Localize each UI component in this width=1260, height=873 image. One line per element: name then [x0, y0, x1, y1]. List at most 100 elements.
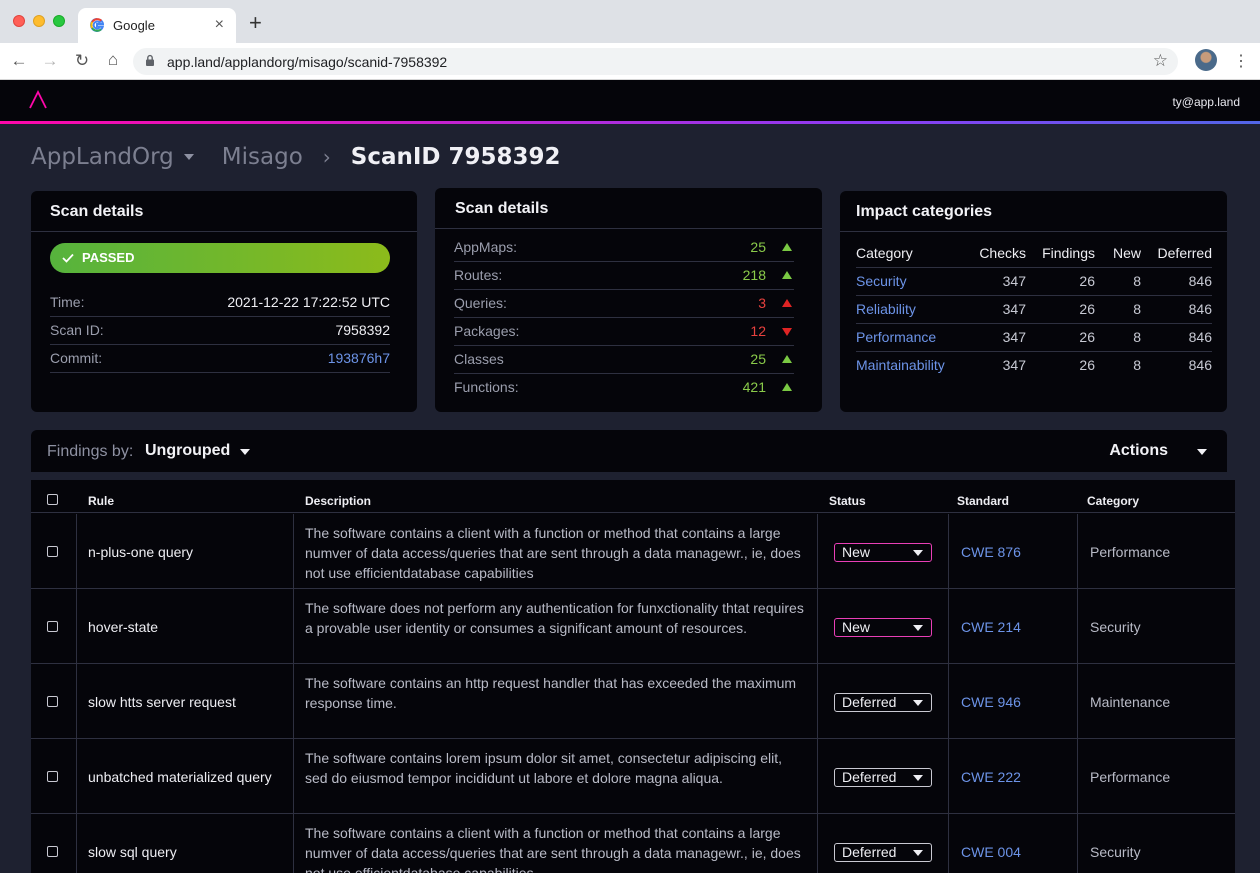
user-email[interactable]: ty@app.land — [1172, 95, 1240, 109]
impact-new-value: 8 — [1095, 267, 1141, 296]
column-divider — [1077, 589, 1078, 663]
column-divider — [817, 664, 818, 738]
trend-up-icon — [782, 383, 792, 391]
rule-name[interactable]: slow sql query — [88, 844, 177, 860]
column-divider — [293, 739, 294, 813]
table-row: unbatched materialized query The software… — [31, 739, 1235, 814]
reload-icon[interactable]: ↻ — [72, 51, 92, 71]
column-divider — [76, 814, 77, 873]
trend-up-icon — [782, 355, 792, 363]
findings-group-select[interactable]: Ungrouped — [145, 442, 230, 460]
home-icon[interactable]: ⌂ — [103, 50, 123, 70]
column-divider — [293, 664, 294, 738]
row-checkbox[interactable] — [47, 696, 58, 707]
col-checks: Checks — [968, 239, 1026, 268]
org-dropdown-caret-icon[interactable] — [183, 154, 194, 160]
col-description[interactable]: Description — [305, 494, 371, 508]
rule-name[interactable]: slow htts server request — [88, 694, 236, 710]
actions-caret-icon[interactable] — [1197, 449, 1207, 455]
col-category[interactable]: Category — [1087, 494, 1139, 508]
status-value: Deferred — [842, 694, 897, 710]
standard-link[interactable]: CWE 876 — [961, 544, 1021, 560]
header-gradient-divider — [0, 121, 1260, 124]
impact-deferred-value: 846 — [1141, 295, 1212, 324]
commit-link[interactable]: 193876h7 — [328, 350, 390, 366]
metric-value: 25 — [750, 351, 766, 367]
rule-description: The software contains an http request ha… — [305, 675, 797, 711]
col-deferred: Deferred — [1141, 239, 1212, 268]
window-zoom-button[interactable] — [53, 15, 65, 27]
status-select[interactable]: Deferred — [834, 768, 932, 787]
profile-avatar[interactable] — [1195, 49, 1217, 71]
impact-findings-value: 26 — [1026, 295, 1095, 324]
card-divider — [840, 231, 1227, 232]
impact-categories-card: Impact categories Category Checks Findin… — [840, 191, 1227, 412]
row-checkbox[interactable] — [47, 846, 58, 857]
status-dropdown-caret-icon — [913, 850, 923, 856]
breadcrumb-project[interactable]: Misago — [222, 144, 303, 170]
tab-title: Google — [113, 18, 155, 33]
col-standard[interactable]: Standard — [957, 494, 1009, 508]
forward-icon[interactable]: → — [40, 51, 60, 71]
standard-link[interactable]: CWE 004 — [961, 844, 1021, 860]
status-value: New — [842, 619, 871, 635]
rule-name[interactable]: n-plus-one query — [88, 544, 193, 560]
impact-new-value: 8 — [1133, 357, 1141, 374]
col-status[interactable]: Status — [829, 494, 866, 508]
status-select[interactable]: Deferred — [834, 843, 932, 862]
select-all-checkbox[interactable] — [47, 494, 58, 505]
status-value: Deferred — [842, 844, 897, 860]
tab-close-icon[interactable]: × — [215, 16, 224, 34]
group-dropdown-caret-icon[interactable] — [240, 449, 250, 455]
metric-label: Classes — [454, 351, 504, 367]
standard-link[interactable]: CWE 222 — [961, 769, 1021, 785]
standard-link[interactable]: CWE 214 — [961, 619, 1021, 635]
address-bar[interactable]: app.land/applandorg/misago/scanid-795839… — [133, 48, 1178, 75]
finding-category: Security — [1090, 619, 1141, 635]
breadcrumb-org[interactable]: AppLandOrg — [31, 144, 174, 170]
breadcrumb: AppLandOrg Misago › ScanID 7958392 — [31, 141, 561, 173]
window-close-button[interactable] — [13, 15, 25, 27]
status-select[interactable]: New — [834, 543, 932, 562]
column-divider — [948, 664, 949, 738]
actions-button[interactable]: Actions — [1109, 442, 1168, 460]
col-new: New — [1095, 239, 1141, 268]
column-divider — [948, 514, 949, 588]
rule-description: The software contains a client with a fu… — [305, 825, 801, 873]
rule-name[interactable]: unbatched materialized query — [88, 769, 272, 785]
new-tab-icon[interactable]: + — [249, 12, 262, 34]
impact-category-link[interactable]: Maintainability — [856, 351, 968, 379]
column-divider — [293, 589, 294, 663]
column-divider — [948, 814, 949, 873]
impact-new-value: 8 — [1095, 295, 1141, 324]
scan-summary-card: Scan details PASSED Time: 2021-12-22 17:… — [31, 191, 417, 412]
rule-name[interactable]: hover-state — [88, 619, 158, 635]
browser-menu-icon[interactable]: ⋮ — [1233, 51, 1249, 71]
breadcrumb-current: ScanID 7958392 — [350, 144, 561, 170]
breadcrumb-chevron-icon: › — [322, 145, 331, 169]
appland-logo-icon[interactable] — [28, 90, 48, 110]
row-checkbox[interactable] — [47, 771, 58, 782]
impact-category-link[interactable]: Security — [856, 267, 968, 296]
impact-findings-value: 26 — [1026, 267, 1095, 296]
status-select[interactable]: Deferred — [834, 693, 932, 712]
bookmark-star-icon[interactable]: ☆ — [1153, 51, 1168, 71]
back-icon[interactable]: ← — [9, 51, 29, 71]
standard-link[interactable]: CWE 946 — [961, 694, 1021, 710]
finding-category: Performance — [1090, 769, 1171, 785]
browser-tab[interactable]: Google × — [78, 8, 236, 43]
impact-category-link[interactable]: Performance — [856, 323, 968, 352]
column-divider — [76, 514, 77, 588]
column-divider — [76, 664, 77, 738]
impact-category-link[interactable]: Reliability — [856, 295, 968, 324]
card-title: Scan details — [455, 200, 549, 217]
col-rule[interactable]: Rule — [88, 494, 114, 508]
window-minimize-button[interactable] — [33, 15, 45, 27]
row-checkbox[interactable] — [47, 546, 58, 557]
row-checkbox[interactable] — [47, 621, 58, 632]
card-title: Scan details — [50, 203, 144, 220]
findings-table: Rule Description Status Standard Categor… — [31, 480, 1235, 873]
col-findings: Findings — [1026, 239, 1095, 268]
status-select[interactable]: New — [834, 618, 932, 637]
impact-header-row: Category Checks Findings New Deferred — [856, 239, 1212, 268]
